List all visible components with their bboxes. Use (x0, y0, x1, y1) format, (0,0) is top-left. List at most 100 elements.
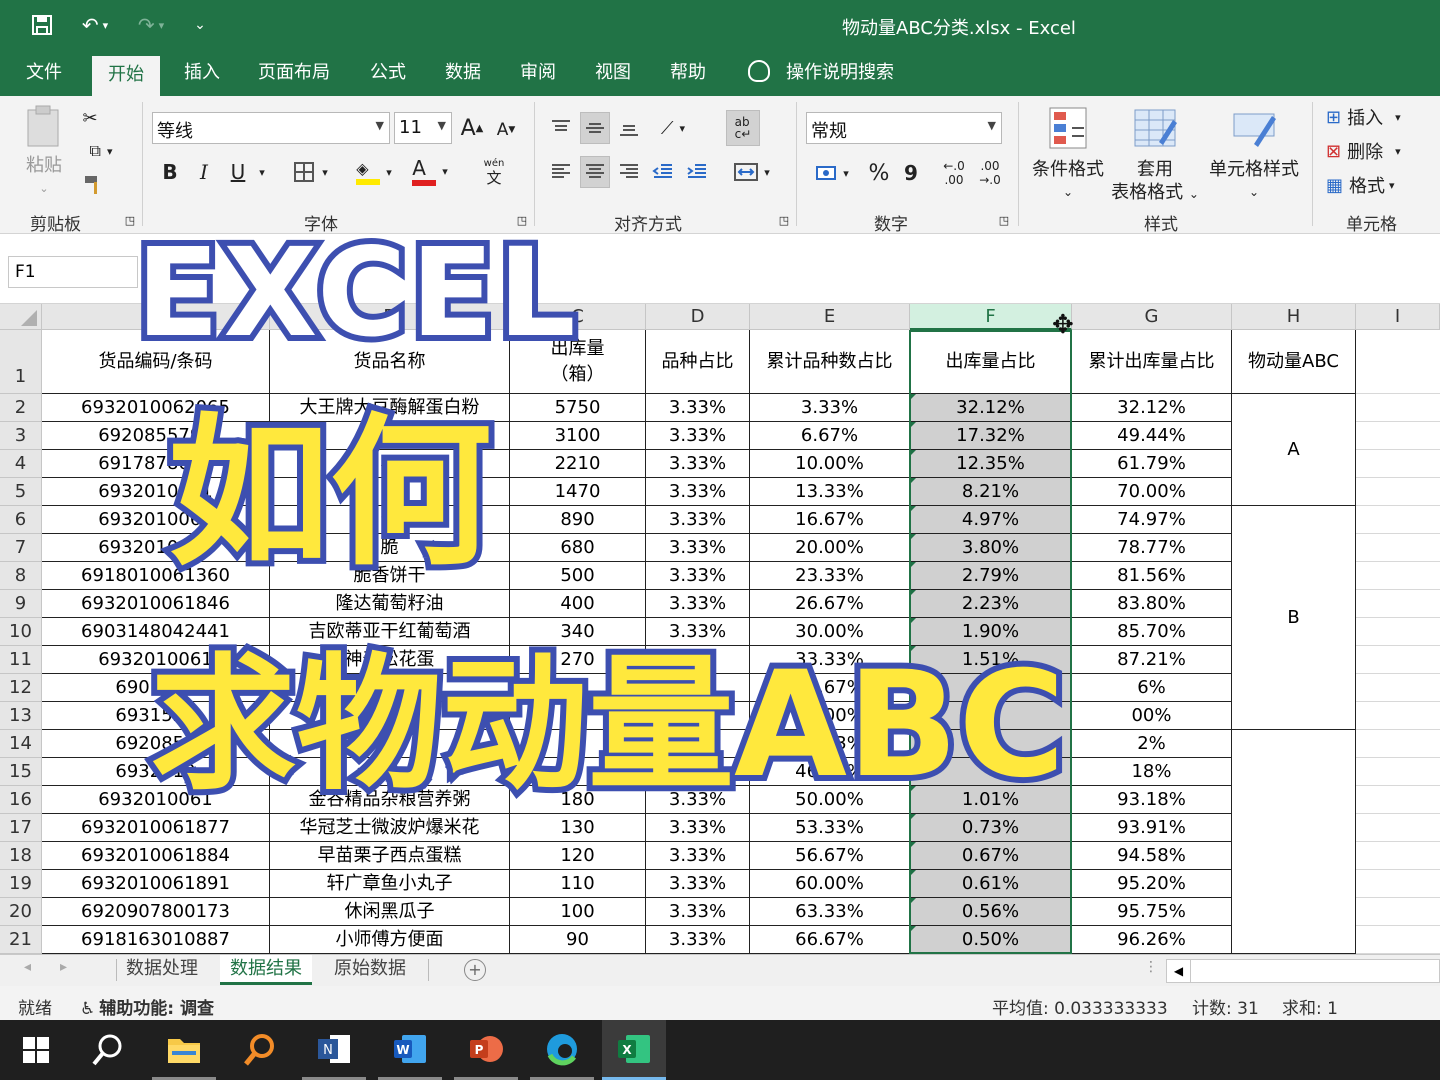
data-cell[interactable]: 3.33% (646, 422, 750, 450)
word-app-button[interactable]: W (378, 1020, 442, 1080)
data-cell[interactable]: 26.67% (750, 590, 910, 618)
insert-cells-button[interactable]: ⊞ 插入 ▾ (1326, 102, 1432, 132)
data-cell[interactable]: 8.21% (910, 478, 1072, 506)
align-right-icon[interactable] (614, 156, 644, 188)
column-header-i[interactable]: I (1356, 304, 1440, 330)
search-button[interactable] (76, 1020, 140, 1080)
row-header[interactable]: 11 (0, 646, 42, 674)
data-cell[interactable]: 23.33% (750, 562, 910, 590)
data-cell[interactable]: 3.33% (646, 394, 750, 422)
data-cell[interactable]: 3.33% (646, 590, 750, 618)
empty-cell[interactable] (1356, 450, 1440, 478)
empty-cell[interactable] (1356, 674, 1440, 702)
data-cell[interactable]: 20.00% (750, 534, 910, 562)
data-cell[interactable]: 1470 (510, 478, 646, 506)
empty-cell[interactable] (1356, 730, 1440, 758)
bold-button[interactable]: B (156, 158, 184, 186)
data-cell[interactable]: 400 (510, 590, 646, 618)
data-cell[interactable]: 5750 (510, 394, 646, 422)
data-cell[interactable]: 0.56% (910, 898, 1072, 926)
data-cell[interactable]: 17.32% (910, 422, 1072, 450)
font-name-combo[interactable]: 等线 ▼ (152, 112, 390, 144)
visio-app-button[interactable]: N (302, 1020, 366, 1080)
empty-cell[interactable] (1356, 618, 1440, 646)
empty-cell[interactable] (1356, 814, 1440, 842)
empty-cell[interactable] (1356, 926, 1440, 954)
data-cell[interactable]: 3.33% (646, 562, 750, 590)
column-header-e[interactable]: E (750, 304, 910, 330)
cut-icon[interactable]: ✂ (78, 106, 102, 130)
row-header[interactable]: 17 (0, 814, 42, 842)
scroll-left-arrow-icon[interactable]: ◀ (1167, 960, 1191, 982)
phonetic-guide-button[interactable]: wén 文 (470, 154, 518, 188)
data-cell[interactable]: 隆达葡萄籽油 (270, 590, 510, 618)
row-header[interactable]: 19 (0, 870, 42, 898)
new-sheet-icon[interactable]: + (464, 959, 486, 981)
name-box[interactable]: F1 (8, 256, 138, 288)
abc-group-cell[interactable] (1232, 730, 1356, 954)
data-cell[interactable]: 10.00% (750, 450, 910, 478)
data-cell[interactable]: 6918163010887 (42, 926, 270, 954)
data-cell[interactable]: 16.67% (750, 506, 910, 534)
align-center-icon[interactable] (580, 156, 610, 188)
data-cell[interactable]: 18% (1072, 758, 1232, 786)
format-as-table-button[interactable]: 套用 表格格式 ⌄ (1108, 104, 1202, 206)
data-cell[interactable]: 00% (1072, 702, 1232, 730)
tab-file[interactable]: 文件 (26, 60, 62, 96)
scroll-right-icon[interactable]: ▸ (60, 959, 67, 975)
data-cell[interactable]: 休闲黑瓜子 (270, 898, 510, 926)
accessibility-check[interactable]: ♿ 辅助功能: 调查 (80, 994, 214, 1019)
data-cell[interactable]: 60.00% (750, 870, 910, 898)
data-cell[interactable]: 3.80% (910, 534, 1072, 562)
data-cell[interactable]: 3.33% (646, 870, 750, 898)
empty-cell[interactable] (1356, 330, 1440, 394)
empty-cell[interactable] (1356, 870, 1440, 898)
row-header[interactable]: 4 (0, 450, 42, 478)
font-color-button[interactable]: A ▾ (406, 154, 454, 188)
data-cell[interactable]: 3.33% (646, 898, 750, 926)
data-cell[interactable]: 小师傅方便面 (270, 926, 510, 954)
empty-cell[interactable] (1356, 786, 1440, 814)
empty-cell[interactable] (1356, 702, 1440, 730)
data-cell[interactable]: 3.33% (646, 506, 750, 534)
header-cell[interactable]: 累计品种数占比 (750, 330, 910, 394)
sheet-tab-data-processing[interactable]: 数据处理 (116, 955, 208, 985)
customize-quick-access-icon[interactable]: ⌄ (190, 10, 210, 40)
data-cell[interactable]: 6932010061891 (42, 870, 270, 898)
increase-indent-icon[interactable] (682, 156, 712, 188)
save-icon[interactable] (28, 10, 56, 40)
data-cell[interactable]: 680 (510, 534, 646, 562)
row-header[interactable]: 10 (0, 618, 42, 646)
conditional-formatting-button[interactable]: 条件格式 ⌄ (1026, 104, 1110, 204)
header-cell[interactable]: 出库量占比 (910, 330, 1072, 394)
tab-data[interactable]: 数据 (445, 60, 481, 96)
abc-group-cell[interactable]: A (1232, 394, 1356, 506)
data-cell[interactable]: 6920907800173 (42, 898, 270, 926)
column-header-d[interactable]: D (646, 304, 750, 330)
sheet-tab-raw-data[interactable]: 原始数据 (324, 955, 416, 985)
data-cell[interactable]: 81.56% (1072, 562, 1232, 590)
tab-split-handle-icon[interactable]: ⋮ (1144, 959, 1158, 975)
column-header-f[interactable]: F (910, 304, 1072, 330)
data-cell[interactable]: 轩广章鱼小丸子 (270, 870, 510, 898)
data-cell[interactable]: 早苗栗子西点蛋糕 (270, 842, 510, 870)
data-cell[interactable]: 120 (510, 842, 646, 870)
grow-font-button[interactable]: A ▲ (458, 114, 486, 142)
abc-group-cell[interactable]: B (1232, 506, 1356, 730)
cell-styles-button[interactable]: 单元格样式 ⌄ (1202, 104, 1306, 204)
row-header[interactable]: 7 (0, 534, 42, 562)
empty-cell[interactable] (1356, 422, 1440, 450)
row-header[interactable]: 15 (0, 758, 42, 786)
horizontal-scrollbar[interactable]: ◀ (1166, 959, 1440, 983)
tab-formulas[interactable]: 公式 (370, 60, 406, 96)
row-header[interactable]: 8 (0, 562, 42, 590)
percent-style-button[interactable]: % (864, 158, 894, 188)
row-header[interactable]: 5 (0, 478, 42, 506)
data-cell[interactable]: 32.12% (910, 394, 1072, 422)
data-cell[interactable]: 2% (1072, 730, 1232, 758)
row-header[interactable]: 14 (0, 730, 42, 758)
empty-cell[interactable] (1356, 534, 1440, 562)
data-cell[interactable]: 13.33% (750, 478, 910, 506)
data-cell[interactable]: 100 (510, 898, 646, 926)
italic-button[interactable]: I (190, 158, 218, 186)
